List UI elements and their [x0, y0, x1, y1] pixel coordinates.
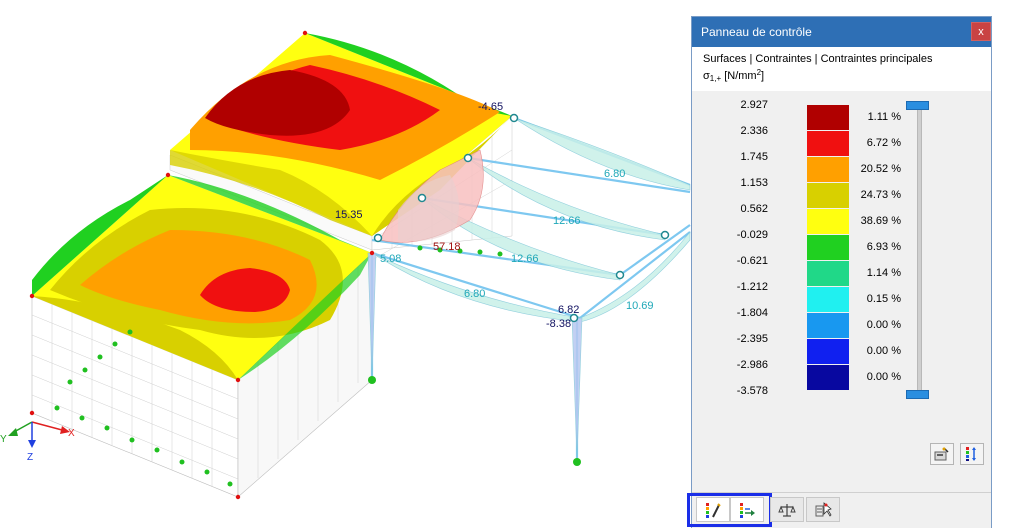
balance-icon	[778, 504, 796, 517]
legend-slider-top-handle[interactable]	[906, 101, 929, 110]
legend-percentage: 24.73 %	[860, 189, 901, 201]
quantity-subscript: 1,+	[709, 74, 722, 83]
legend-percentage: 0.00 %	[866, 345, 901, 357]
cursor-filter-icon	[815, 502, 832, 517]
legend-value: -1.804	[736, 307, 768, 319]
y-axis-label: Y	[0, 434, 7, 445]
color-scale-button[interactable]	[960, 443, 984, 465]
legend-value: -2.986	[736, 359, 768, 371]
legend-percentage: 6.93 %	[866, 241, 901, 253]
panel-title: Panneau de contrôle	[701, 25, 812, 39]
value-scale-icon	[740, 503, 755, 518]
result-label: 10.69	[626, 300, 654, 312]
tab-color-edit[interactable]	[696, 497, 730, 522]
legend-percentage: 6.72 %	[866, 137, 901, 149]
result-label: 5.08	[380, 253, 401, 265]
legend-slider-bottom-handle[interactable]	[906, 390, 929, 399]
legend-value: -0.029	[736, 229, 768, 241]
legend-value: -3.578	[736, 385, 768, 397]
result-label: 6.80	[464, 288, 485, 300]
result-label: 6.80	[604, 168, 625, 180]
result-label: 15.35	[335, 209, 363, 221]
result-label: -8.38	[546, 318, 571, 330]
settings-button[interactable]	[930, 443, 954, 465]
quantity-unit: [N/mm	[721, 70, 757, 82]
panel-header: Surfaces | Contraintes | Contraintes pri…	[692, 47, 991, 91]
tab-balance[interactable]	[770, 497, 804, 522]
tab-cursor-filter[interactable]	[806, 497, 840, 522]
panel-titlebar[interactable]: Panneau de contrôle x	[692, 17, 991, 47]
legend-percentage: 1.11 %	[867, 111, 901, 123]
x-axis-label: X	[68, 428, 75, 439]
legend-value: 0.562	[740, 203, 768, 215]
legend-value: -0.621	[736, 255, 768, 267]
result-quantity: σ1,+ [N/mm2]	[703, 68, 764, 83]
quantity-unit-close: ]	[761, 70, 765, 82]
tab-value-scale[interactable]	[730, 497, 764, 522]
legend-percentage: 0.00 %	[866, 371, 901, 383]
legend-value: 2.336	[740, 125, 768, 137]
result-label: 57.18	[433, 241, 461, 253]
legend-slider-track[interactable]	[917, 105, 922, 397]
quantity-symbol: σ	[703, 70, 710, 82]
axis-triad	[8, 421, 70, 448]
legend-percentage: 1.14 %	[866, 267, 901, 279]
control-panel: Panneau de contrôle x Surfaces | Contrai…	[687, 16, 992, 528]
color-scale-icon	[966, 447, 976, 461]
legend-percentage: 0.15 %	[866, 293, 901, 305]
settings-icon	[934, 447, 949, 461]
color-edit-icon	[706, 503, 721, 518]
result-label: 12.66	[511, 253, 539, 265]
legend-percentage: 38.69 %	[860, 215, 901, 227]
color-legend: 2.927 2.336 1.745 1.153 0.562 -0.029 -0.621 -1.…	[692, 91, 991, 473]
legend-percentage: 0.00 %	[866, 319, 901, 331]
panel-tabbar	[687, 492, 991, 528]
legend-value: 1.745	[740, 151, 768, 163]
result-label: 12.66	[553, 215, 581, 227]
legend-value: 2.927	[740, 99, 768, 111]
legend-value: -2.395	[736, 333, 768, 345]
result-label: 6.82	[558, 304, 579, 316]
legend-value: -1.212	[736, 281, 768, 293]
z-axis-label: Z	[27, 452, 33, 463]
legend-percentage: 20.52 %	[860, 163, 901, 175]
result-path: Surfaces | Contraintes | Contraintes pri…	[703, 53, 933, 65]
close-button[interactable]: x	[971, 22, 991, 41]
legend-value: 1.153	[740, 177, 768, 189]
result-label: -4.65	[478, 101, 503, 113]
